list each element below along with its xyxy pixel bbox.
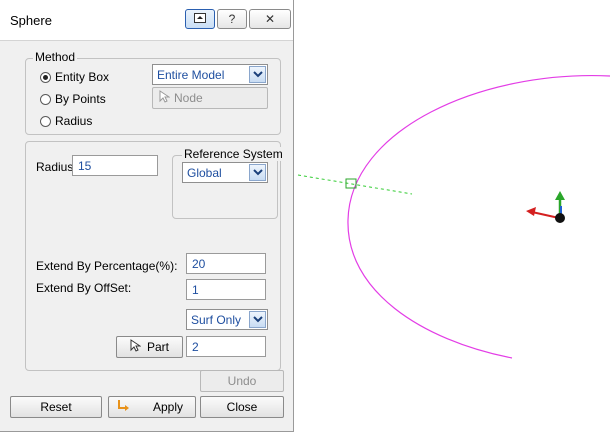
node-button[interactable]: Node <box>152 87 268 109</box>
radio-label: Entity Box <box>55 70 110 84</box>
surf-select[interactable]: Surf Only <box>186 309 268 330</box>
apply-arrow-icon <box>117 399 131 415</box>
radio-by-points[interactable]: By Points <box>40 92 106 106</box>
pin-button[interactable] <box>185 9 215 29</box>
surf-select-value: Surf Only <box>191 313 242 327</box>
chevron-down-icon[interactable] <box>249 66 266 83</box>
scope-select-value: Entire Model <box>157 68 225 82</box>
title-bar: Sphere ? ✕ <box>0 0 293 41</box>
extend-offset-value: 1 <box>192 283 199 297</box>
reference-system-select[interactable]: Global <box>182 162 268 183</box>
axis-triad-icon <box>526 191 565 223</box>
dialog-title: Sphere <box>10 13 52 28</box>
extend-percentage-value: 20 <box>192 257 206 271</box>
chevron-down-icon[interactable] <box>249 164 266 181</box>
radio-entity-box[interactable]: Entity Box <box>40 70 109 84</box>
radio-label: By Points <box>55 92 106 106</box>
undo-button[interactable]: Undo <box>200 370 284 392</box>
radius-input[interactable]: 15 <box>72 155 158 176</box>
node-button-label: Node <box>174 91 203 105</box>
radio-button[interactable] <box>40 115 51 127</box>
close-button[interactable]: Close <box>200 396 284 418</box>
sphere-outline-arc <box>347 74 610 359</box>
radio-button[interactable] <box>40 93 51 105</box>
scope-select[interactable]: Entire Model <box>152 64 268 85</box>
part-input[interactable]: 2 <box>186 336 266 357</box>
part-button[interactable]: Part <box>116 336 183 358</box>
chevron-down-icon[interactable] <box>249 311 266 328</box>
radius-label: Radius <box>36 160 74 174</box>
close-window-button[interactable]: ✕ <box>249 9 291 29</box>
extend-percentage-input[interactable]: 20 <box>186 253 266 274</box>
cursor-arrow-icon <box>130 339 142 355</box>
reset-button[interactable]: Reset <box>10 396 102 418</box>
reset-button-label: Reset <box>40 400 72 414</box>
apply-button[interactable]: Apply <box>108 396 196 418</box>
radio-button[interactable] <box>40 71 51 83</box>
guide-line <box>297 174 413 195</box>
method-legend: Method <box>33 50 78 64</box>
help-button[interactable]: ? <box>217 9 247 29</box>
close-button-label: Close <box>226 400 258 414</box>
reference-system-legend: Reference System <box>182 147 285 161</box>
undo-button-label: Undo <box>227 374 257 388</box>
extend-offset-label: Extend By OffSet: <box>36 281 132 295</box>
pin-icon <box>194 12 206 26</box>
reference-system-value: Global <box>187 166 222 180</box>
part-input-value: 2 <box>192 340 199 354</box>
extend-offset-input[interactable]: 1 <box>186 279 266 300</box>
close-icon: ✕ <box>264 12 276 26</box>
radio-label: Radius <box>55 114 93 128</box>
radio-radius[interactable]: Radius <box>40 114 92 128</box>
sphere-dialog: Sphere ? ✕ Method Entity Box By Points R… <box>0 0 294 432</box>
graphics-viewport[interactable] <box>294 0 610 431</box>
apply-button-label: Apply <box>152 400 183 414</box>
cursor-arrow-icon <box>159 90 171 106</box>
radius-input-value: 15 <box>78 159 92 173</box>
extend-percentage-label: Extend By Percentage(%): <box>36 259 178 273</box>
help-icon: ? <box>228 12 236 26</box>
part-button-label: Part <box>146 340 169 354</box>
